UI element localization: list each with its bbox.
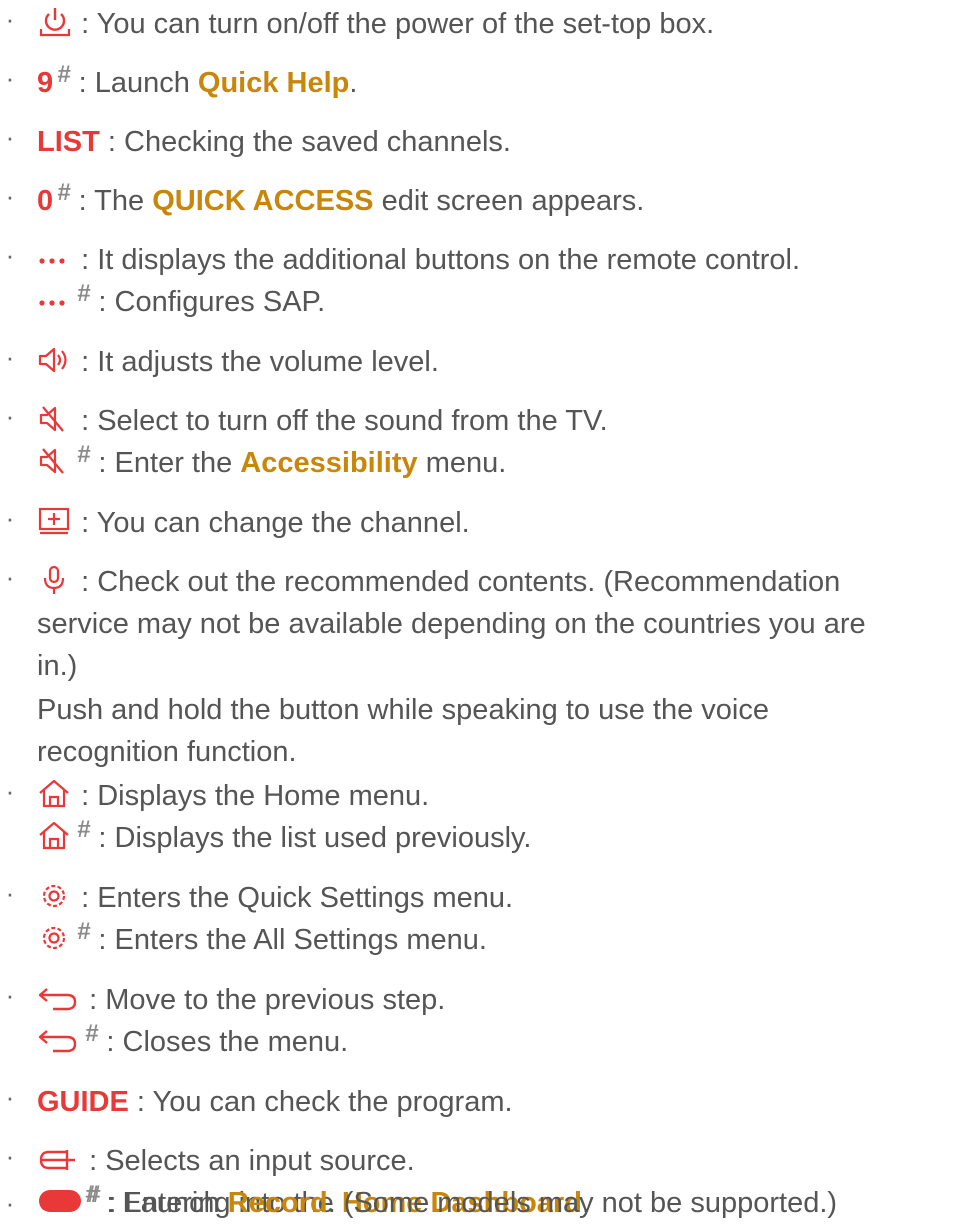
back-arrow-icon [37, 1023, 81, 1057]
bullet: · [5, 503, 15, 533]
item-text: Enters the All Settings menu. [114, 924, 487, 956]
item-text: Push and hold the button while speaking … [37, 694, 769, 726]
highlight-link: Accessibility [240, 447, 418, 479]
hash-mark: # [77, 918, 91, 945]
item-text: Configures SAP. [114, 286, 326, 318]
highlight-link: Quick Help [197, 67, 350, 99]
item-text: recognition function. [37, 736, 297, 768]
item-text: Selects an input source. [105, 1145, 415, 1177]
bullet: · [5, 342, 15, 372]
item-text: You can turn on/off the power of the set… [96, 8, 715, 40]
more-dots-icon [37, 283, 73, 317]
mute-icon [37, 444, 73, 478]
highlight-link: QUICK ACCESS [152, 185, 374, 217]
key-label: 0 [37, 185, 54, 217]
home-icon [37, 777, 73, 811]
bullet: · [5, 776, 15, 806]
gear-icon [37, 879, 73, 913]
mute-icon [37, 402, 73, 436]
hash-mark: # [77, 280, 91, 307]
key-label: 9 [37, 67, 54, 99]
home-icon [37, 819, 73, 853]
bullet: · [5, 4, 15, 34]
channel-icon [37, 504, 73, 538]
item-text: Select to turn off the sound from the TV… [97, 405, 608, 437]
item-text: It displays the additional buttons on th… [97, 244, 801, 276]
bullet: · [5, 562, 15, 592]
hash-mark: # [77, 816, 91, 843]
power-icon [37, 5, 73, 39]
bullet: · [5, 1082, 15, 1112]
hash-mark: # [87, 1181, 101, 1208]
item-text: You can change the channel. [96, 507, 470, 539]
bullet: · [5, 1141, 15, 1171]
item-text: Displays the list used previously. [114, 822, 532, 854]
microphone-icon [37, 563, 73, 597]
item-text: in.) [37, 650, 78, 682]
bullet: · [5, 181, 15, 211]
item-text: Checking the saved channels. [124, 126, 511, 158]
hash-mark: # [57, 61, 71, 88]
item-text: service may not be available depending o… [37, 608, 866, 640]
volume-icon [37, 343, 73, 377]
bullet: · [5, 240, 15, 270]
highlight-link: Record [227, 1187, 328, 1219]
input-source-icon [37, 1142, 81, 1176]
item-text: You can check the program. [152, 1086, 513, 1118]
hash-mark: # [77, 441, 91, 468]
key-label: LIST [37, 126, 100, 158]
bullet: · [5, 122, 15, 152]
bullet: · [5, 63, 15, 93]
key-label: GUIDE [37, 1086, 129, 1118]
bullet: · [5, 878, 15, 908]
bullet: · [5, 1188, 15, 1218]
item-text: Check out the recommended contents. (Rec… [97, 566, 841, 598]
item-text: It adjusts the volume level. [97, 346, 439, 378]
item-text: Closes the menu. [122, 1026, 349, 1058]
hash-mark: # [57, 179, 71, 206]
item-text: Enters the Quick Settings menu. [97, 882, 514, 914]
record-button-icon [37, 1184, 83, 1218]
item-text: Displays the Home menu. [97, 780, 430, 812]
gear-icon [37, 921, 73, 955]
hash-mark: # [85, 1020, 99, 1047]
bullet: · [5, 401, 15, 431]
back-arrow-icon [37, 981, 81, 1015]
more-dots-icon [37, 241, 73, 275]
bullet: · [5, 980, 15, 1010]
item-text: Move to the previous step. [105, 984, 446, 1016]
